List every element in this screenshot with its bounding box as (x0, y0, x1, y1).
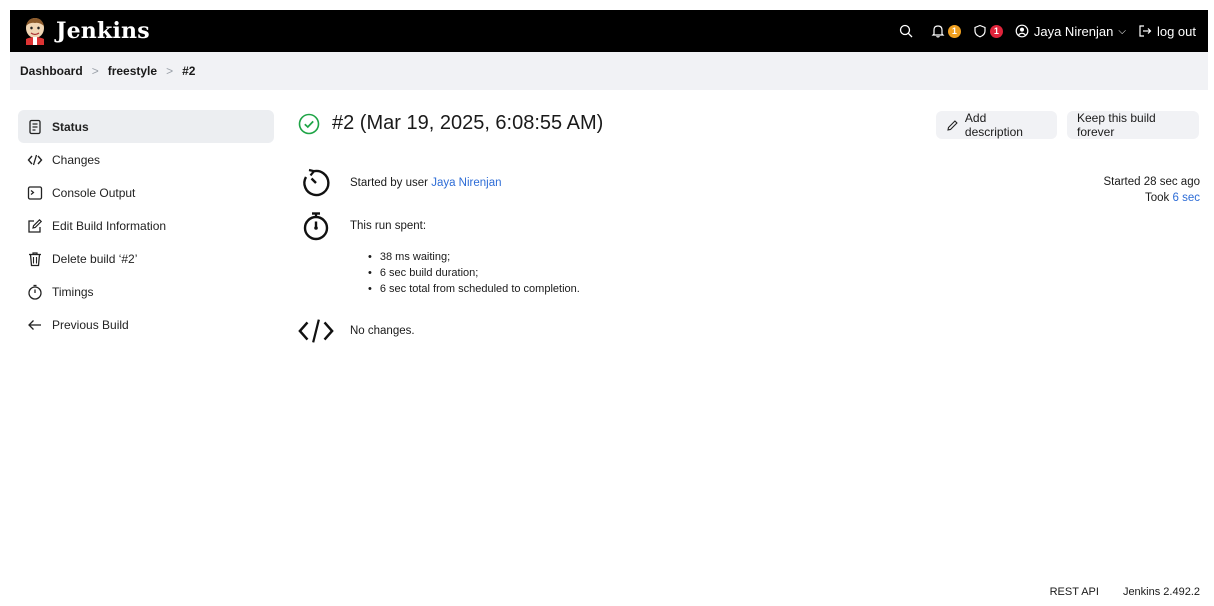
list-item: 6 sec build duration; (356, 265, 580, 281)
sidebar-item-timings[interactable]: Timings (18, 275, 274, 308)
user-clock-icon (298, 166, 334, 200)
page-title: #2 (Mar 19, 2025, 6:08:55 AM) (332, 112, 604, 134)
logout-button[interactable]: log out (1138, 24, 1196, 39)
search-icon (899, 24, 913, 38)
add-description-button[interactable]: Add description (936, 111, 1057, 139)
pencil-icon (947, 119, 958, 131)
breadcrumb-separator-icon: > (166, 64, 174, 78)
top-header: Jenkins 1 1 Jaya Nirenjan ⌵ log out (10, 10, 1208, 52)
document-icon (27, 119, 43, 135)
breadcrumb: Dashboard > freestyle > #2 (10, 52, 1208, 90)
breadcrumb-build[interactable]: #2 (182, 64, 195, 78)
security-button[interactable]: 1 (973, 24, 1003, 38)
logout-label: log out (1156, 23, 1196, 39)
code-icon (27, 152, 43, 168)
run-spent-label: This run spent: (350, 220, 427, 232)
user-icon (1015, 24, 1029, 38)
page-footer: REST API Jenkins 2.492.2 (1050, 578, 1200, 606)
sidebar-item-edit-build-info[interactable]: Edit Build Information (18, 209, 274, 242)
sidebar-item-console-output[interactable]: Console Output (18, 176, 274, 209)
stopwatch-icon (298, 210, 334, 242)
sidebar-item-label: Delete build ‘#2’ (52, 251, 138, 266)
breadcrumb-separator-icon: > (91, 64, 99, 78)
sidebar-item-delete-build[interactable]: Delete build ‘#2’ (18, 242, 274, 275)
took-duration-link[interactable]: 6 sec (1173, 192, 1201, 204)
success-check-icon (298, 113, 320, 134)
started-by-prefix: Started by user (350, 177, 428, 189)
jenkins-logo-icon (26, 18, 44, 45)
changes-row: No changes. (298, 316, 415, 346)
user-name: Jaya Nirenjan (1033, 23, 1114, 39)
sidebar-item-label: Changes (52, 152, 101, 167)
sidebar-item-previous-build[interactable]: Previous Build (18, 308, 274, 341)
code-icon (298, 316, 334, 346)
started-ago-text: Started 28 sec ago (1103, 176, 1200, 188)
edit-icon (27, 218, 43, 234)
list-item: 6 sec total from scheduled to completion… (356, 281, 580, 297)
sidebar-item-label: Edit Build Information (52, 218, 167, 233)
build-title-row: #2 (Mar 19, 2025, 6:08:55 AM) (298, 112, 603, 135)
shield-icon (974, 24, 986, 38)
keep-build-forever-label: Keep this build forever (1077, 111, 1156, 139)
took-text: Took 6 sec (1103, 190, 1200, 206)
sidebar-item-label: Console Output (52, 185, 136, 200)
took-prefix: Took (1145, 192, 1170, 204)
breadcrumb-dashboard[interactable]: Dashboard (20, 64, 83, 78)
run-spent-list: 38 ms waiting; 6 sec build duration; 6 s… (356, 249, 580, 297)
started-by-text: Started by user Jaya Nirenjan (350, 177, 502, 189)
sidebar-item-label: Previous Build (52, 317, 129, 332)
keep-build-forever-button[interactable]: Keep this build forever (1067, 111, 1199, 139)
sidebar-item-status[interactable]: Status (18, 110, 274, 143)
arrow-left-icon (27, 317, 43, 333)
run-spent-row: This run spent: (298, 210, 426, 242)
started-by-user-link[interactable]: Jaya Nirenjan (431, 177, 501, 189)
sidebar-item-label: Timings (52, 284, 94, 299)
brand-name: Jenkins (56, 18, 150, 44)
sidebar-item-label: Status (52, 119, 89, 134)
bell-icon (931, 25, 945, 38)
started-by-row: Started by user Jaya Nirenjan (298, 166, 502, 200)
jenkins-version-link[interactable]: Jenkins 2.492.2 (1123, 586, 1200, 598)
notifications-button[interactable]: 1 (931, 24, 961, 38)
notifications-badge: 1 (947, 24, 961, 38)
user-menu[interactable]: Jaya Nirenjan ⌵ (1015, 24, 1126, 39)
search-button[interactable] (899, 24, 913, 38)
build-timing-summary: Started 28 sec ago Took 6 sec (1103, 174, 1200, 206)
timer-icon (27, 284, 43, 300)
terminal-icon (27, 185, 43, 201)
breadcrumb-job[interactable]: freestyle (108, 64, 157, 78)
trash-icon (27, 251, 43, 267)
rest-api-link[interactable]: REST API (1050, 586, 1099, 598)
list-item: 38 ms waiting; (356, 249, 580, 265)
sidebar-item-changes[interactable]: Changes (18, 143, 274, 176)
logout-icon (1139, 25, 1152, 37)
chevron-down-icon: ⌵ (1118, 25, 1126, 37)
jenkins-home-link[interactable]: Jenkins (22, 17, 150, 45)
add-description-label: Add description (964, 111, 1023, 139)
no-changes-text: No changes. (350, 325, 415, 337)
sidebar: Status Changes Console Output Edit Build… (18, 110, 274, 341)
security-badge: 1 (989, 24, 1003, 38)
